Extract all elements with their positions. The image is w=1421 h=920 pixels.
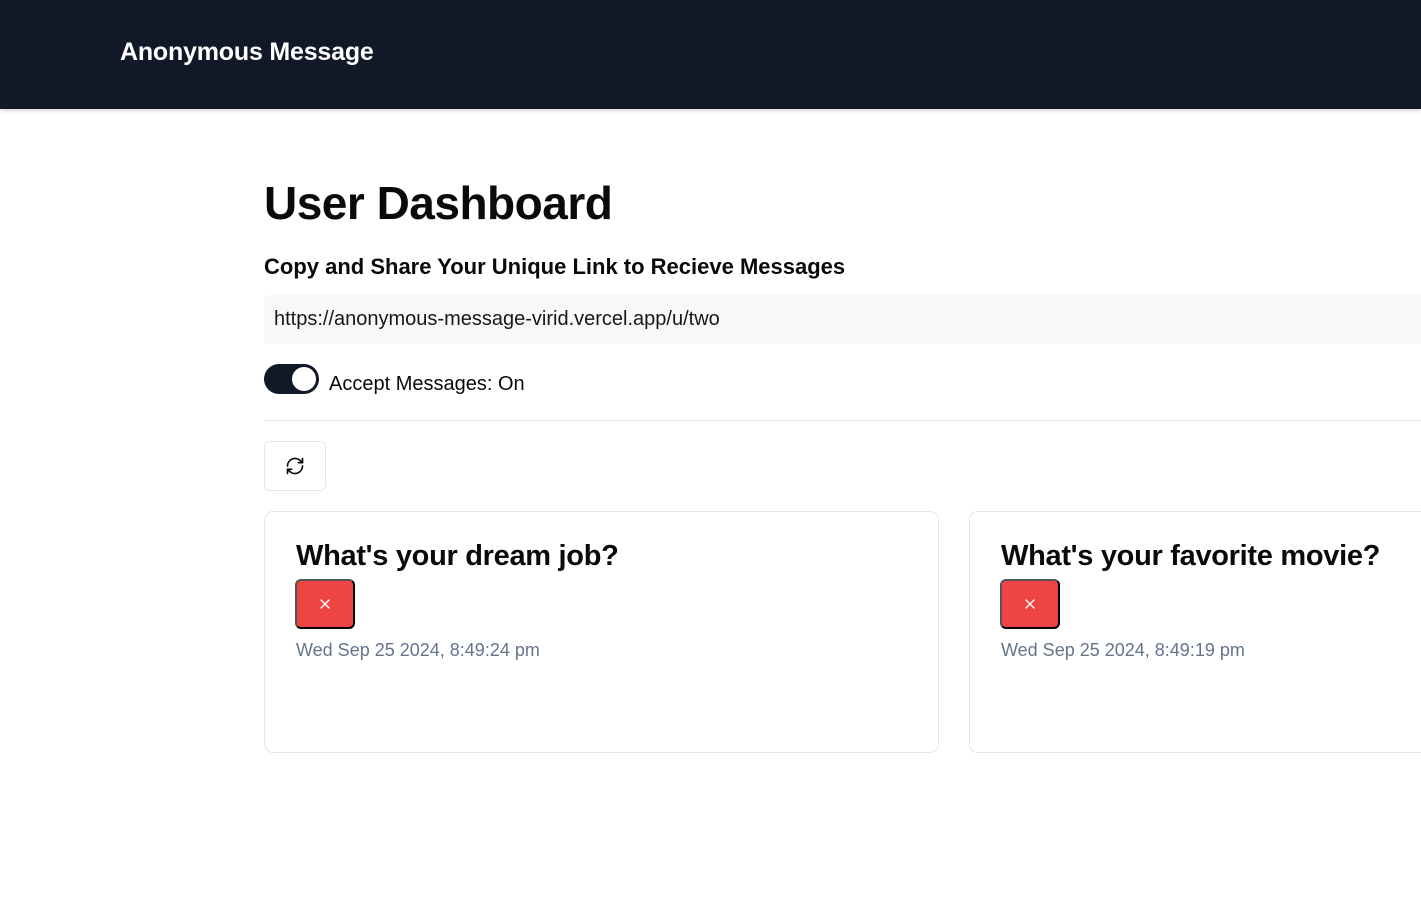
refresh-button[interactable] xyxy=(264,441,326,491)
message-content: What's your dream job? xyxy=(296,540,619,572)
message-content: What's your favorite movie? xyxy=(1001,540,1381,572)
navbar: Anonymous Message xyxy=(0,0,1421,109)
message-card: What's your dream job? Wed Sep 25 2024, … xyxy=(264,511,939,753)
delete-message-button[interactable] xyxy=(295,579,355,629)
share-link-label: Copy and Share Your Unique Link to Recie… xyxy=(264,254,846,279)
page-title: User Dashboard xyxy=(264,177,613,229)
divider xyxy=(264,420,1421,421)
delete-message-button[interactable] xyxy=(1000,579,1060,629)
refresh-icon xyxy=(286,457,304,475)
message-card: What's your favorite movie? Wed Sep 25 2… xyxy=(969,511,1421,753)
unique-link-input[interactable] xyxy=(264,295,1421,344)
message-date: Wed Sep 25 2024, 8:49:24 pm xyxy=(296,640,540,660)
brand-title[interactable]: Anonymous Message xyxy=(120,38,374,67)
accept-messages-label: Accept Messages: On xyxy=(329,373,525,395)
accept-messages-switch[interactable] xyxy=(264,364,319,394)
x-icon xyxy=(1025,599,1035,609)
x-icon xyxy=(320,599,330,609)
switch-knob xyxy=(292,367,316,391)
message-date: Wed Sep 25 2024, 8:49:19 pm xyxy=(1001,640,1245,660)
